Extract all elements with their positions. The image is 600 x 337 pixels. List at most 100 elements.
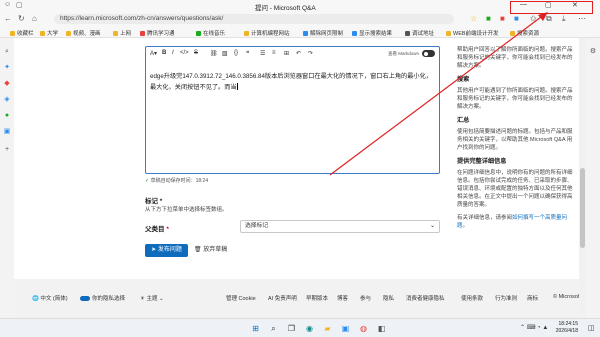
discard-button[interactable]: 🗑 放弃草稿 bbox=[194, 244, 227, 257]
markdown-toggle-label: 查看 Markdown bbox=[387, 51, 419, 56]
tools-icon[interactable]: ◈ bbox=[3, 96, 11, 104]
windows-icon[interactable]: ⊞ bbox=[250, 323, 261, 334]
privacy-choices-link[interactable]: 你的隐私选择 bbox=[80, 294, 125, 302]
bold-icon[interactable]: B bbox=[162, 50, 166, 56]
publish-button[interactable]: ➤ 发布问题 bbox=[145, 244, 188, 257]
question-editor[interactable]: A▾ B I </> S ⛓ ▧ {} ❝ ☰ ≡ ⊞ ↶ ↷ 查看 Markd… bbox=[145, 46, 440, 174]
markdown-toggle[interactable] bbox=[422, 50, 435, 57]
games-icon[interactable]: ● bbox=[3, 112, 11, 120]
extension-icon[interactable]: ■ bbox=[514, 14, 519, 23]
search-icon[interactable]: ⌕ bbox=[3, 48, 11, 56]
url-field[interactable]: https://learn.microsoft.com/zh-cn/answer… bbox=[54, 14, 454, 24]
office-icon[interactable]: ▣ bbox=[3, 128, 11, 136]
bookmark-label: 搜索资源 bbox=[517, 31, 540, 37]
redo-icon[interactable]: ↷ bbox=[308, 50, 313, 57]
bookmark-item[interactable]: 解除网页限制 bbox=[303, 29, 343, 37]
language-selector[interactable]: 🌐 中文 (简体) bbox=[32, 294, 68, 302]
footer-link[interactable]: 隐私 bbox=[383, 294, 394, 302]
page-scrollbar[interactable] bbox=[579, 38, 586, 318]
bookmark-item[interactable]: 调试地址 bbox=[405, 29, 434, 37]
numbered-list-icon[interactable]: ≡ bbox=[272, 50, 276, 56]
back-icon[interactable]: ← bbox=[4, 14, 12, 23]
more-icon[interactable]: ⋯ bbox=[578, 14, 586, 23]
parent-category-label: 父类目 * bbox=[145, 223, 169, 233]
italic-icon[interactable]: I bbox=[172, 50, 174, 56]
downloads-icon[interactable]: ⤓ bbox=[562, 14, 566, 24]
bookmark-item[interactable]: WEB前端设计开发 bbox=[446, 29, 499, 37]
footer-link[interactable]: 管理 Cookie bbox=[226, 294, 256, 302]
page-content: A▾ B I </> S ⛓ ▧ {} ❝ ☰ ≡ ⊞ ↶ ↷ 查看 Markd… bbox=[14, 38, 579, 318]
editor-body-text: edge升级完147.0.3912.72_146.0.3856.84版本后浏览器… bbox=[150, 73, 432, 91]
tab-actions-icon[interactable]: ▢ bbox=[16, 1, 23, 9]
favorite-star-icon[interactable]: ☆ bbox=[470, 14, 477, 23]
app-icon[interactable]: ◧ bbox=[376, 323, 387, 334]
bookmark-item[interactable]: 计算机编程网站 bbox=[244, 29, 290, 37]
globe-icon: 🌐 bbox=[32, 296, 39, 302]
quote-icon[interactable]: ❝ bbox=[246, 50, 249, 57]
footer-link[interactable]: 商标 bbox=[527, 294, 538, 302]
bookmark-item[interactable]: 大学 bbox=[40, 29, 58, 37]
footer-link[interactable]: 参与 bbox=[360, 294, 371, 302]
profile-icon[interactable]: ☺ bbox=[4, 1, 11, 8]
publish-label: 发布问题 bbox=[157, 247, 182, 253]
footer-link[interactable]: 消费者健康隐私 bbox=[406, 294, 445, 302]
bookmark-item[interactable]: 视频、漫画 bbox=[66, 29, 101, 37]
code-inline-icon[interactable]: </> bbox=[180, 50, 189, 56]
footer-link[interactable]: 博客 bbox=[337, 294, 348, 302]
bookmark-item[interactable]: 搜索资源 bbox=[510, 29, 539, 37]
bookmark-icon bbox=[244, 31, 249, 36]
editor-body[interactable]: edge升级完147.0.3912.72_146.0.3856.84版本后浏览器… bbox=[150, 71, 435, 93]
undo-icon[interactable]: ↶ bbox=[296, 50, 301, 57]
address-bar-row: ← ↻ ⌂ https://learn.microsoft.com/zh-cn/… bbox=[0, 12, 600, 26]
code-block-icon[interactable]: {} bbox=[234, 50, 238, 56]
copilot-icon[interactable]: ✦ bbox=[3, 64, 11, 72]
parent-label-text: 父类目 bbox=[145, 226, 165, 233]
theme-icon: ☀ bbox=[140, 296, 145, 302]
image-icon[interactable]: ▧ bbox=[222, 50, 228, 57]
heading-icon[interactable]: A▾ bbox=[150, 50, 157, 57]
bookmark-icon bbox=[405, 31, 410, 36]
search-icon[interactable]: ⌕ bbox=[268, 323, 279, 334]
chrome-icon[interactable]: ◍ bbox=[358, 323, 369, 334]
table-icon[interactable]: ⊞ bbox=[284, 50, 289, 57]
taskbar: ⊞ ⌕ ❐ ◉ ▰ ▣ ◍ ◧ ⌃ ⌨ ◔ ▲ 18:24:15 2026/4/… bbox=[0, 318, 600, 337]
link-icon[interactable]: ⛓ bbox=[210, 50, 218, 57]
settings-icon[interactable]: ⚙ bbox=[589, 48, 597, 56]
shopping-icon[interactable]: ◆ bbox=[3, 80, 11, 88]
home-icon[interactable]: ⌂ bbox=[32, 14, 37, 23]
extension-icon[interactable]: ■ bbox=[486, 14, 491, 23]
bookmark-item[interactable]: 在线音乐 bbox=[196, 29, 225, 37]
tag-select[interactable]: 选择标记 ⌄ bbox=[240, 220, 440, 233]
bulleted-list-icon[interactable]: ☰ bbox=[260, 50, 265, 57]
store-icon[interactable]: ▣ bbox=[340, 323, 351, 334]
tray-icons[interactable]: ⌃ ⌨ ◔ ▲ bbox=[520, 324, 548, 331]
more-info: 有关详细信息，请参阅如何撰写一个高质量问题。 bbox=[457, 214, 575, 230]
bookmark-item[interactable]: 上网 bbox=[113, 29, 131, 37]
footer-link[interactable]: AI 免责声明 bbox=[268, 294, 297, 302]
edge-icon[interactable]: ◉ bbox=[304, 323, 315, 334]
footer-link[interactable]: 行为准则 bbox=[495, 294, 517, 302]
trash-icon: 🗑 bbox=[194, 247, 202, 253]
collections-icon[interactable]: ⧉ bbox=[546, 14, 552, 24]
task-view-icon[interactable]: ❐ bbox=[286, 323, 297, 334]
theme-selector[interactable]: ☀ 主题 ⌄ bbox=[140, 294, 164, 302]
bookmark-icon bbox=[10, 31, 15, 36]
explorer-icon[interactable]: ▰ bbox=[322, 323, 333, 334]
bookmark-item[interactable]: 腾讯学习通 bbox=[140, 29, 175, 37]
add-icon[interactable]: + bbox=[3, 146, 11, 154]
bookmark-label: WEB前端设计开发 bbox=[453, 31, 499, 37]
notification-icon[interactable]: ◫ bbox=[588, 324, 595, 332]
strikethrough-icon[interactable]: S bbox=[194, 50, 198, 56]
refresh-icon[interactable]: ↻ bbox=[18, 14, 25, 23]
footer-link[interactable]: 使用条款 bbox=[461, 294, 483, 302]
footer-link[interactable]: 早期版本 bbox=[306, 294, 328, 302]
extension-icon[interactable]: ■ bbox=[500, 14, 505, 23]
discard-label: 放弃草稿 bbox=[203, 247, 228, 253]
right-edge-strip: ⚙ bbox=[586, 38, 600, 318]
bookmark-item[interactable]: 显示搜索结果 bbox=[352, 29, 392, 37]
scroll-thumb[interactable] bbox=[580, 168, 585, 248]
favorites-icon[interactable]: ✩ bbox=[530, 14, 537, 23]
footer-link[interactable]: © Microsoft 2026 bbox=[553, 294, 579, 300]
system-clock[interactable]: 18:24:15 2026/4/18 bbox=[556, 321, 578, 335]
bookmark-item[interactable]: 收藏栏 bbox=[10, 29, 34, 37]
